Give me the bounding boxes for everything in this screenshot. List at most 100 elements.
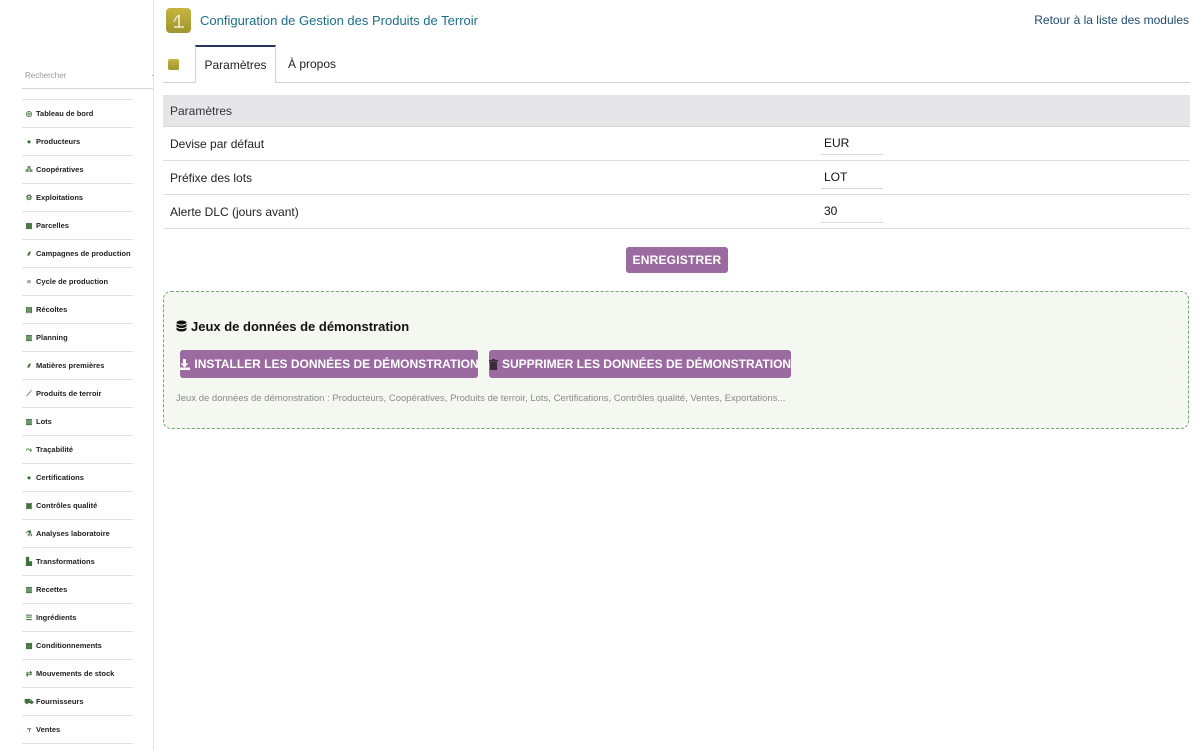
list-ul-icon: ☰ [25,613,33,622]
sidebar-item[interactable]: ▤ Récoltes [22,296,133,324]
tab-about[interactable]: À propos [283,45,341,82]
sidebar-item[interactable]: ⤳ Traçabilité [22,436,133,464]
sidebar-item-label: Coopératives [36,165,84,174]
industry-icon: ▙ [26,557,32,566]
delete-demo-data-label: SUPPRIMER LES DONNÉES DE DÉMONSTRATION [501,357,792,371]
module-logo-icon [166,8,191,33]
exchange-icon: ⇄ [25,669,33,678]
lot-prefix-field[interactable] [821,166,883,189]
sidebar-item-label: Matières premières [36,361,105,370]
sidebar-item-label: Certifications [36,473,84,482]
carrot-icon: ⟋ [26,388,32,398]
tractor-icon: ⚙ [25,193,33,202]
clipboard-check-icon: ▣ [25,501,33,510]
sidebar-item[interactable]: ≡ Cycle de production [22,268,133,296]
settings-table-header: Paramètres [163,95,1190,127]
flask-icon: ⚗ [25,529,33,538]
setting-label: Devise par défaut [170,136,265,151]
sidebar-item[interactable]: ⸙ Campagnes de production [22,240,133,268]
demo-data-description: Jeux de données de démonstration : Produ… [176,393,786,404]
sidebar-item-label: Producteurs [36,137,81,146]
sidebar-item-label: Planning [36,333,68,342]
sidebar-item-label: Analyses laboratoire [36,529,110,538]
sidebar-menu: ◎ Tableau de bord ● Producteurs ⁂ Coopérative… [22,99,133,744]
page-title: Configuration de Gestion des Produits de… [200,13,478,28]
module-small-logo-icon [168,59,179,70]
sidebar-item[interactable]: ▥ Lots [22,408,133,436]
sidebar-item-label: Campagnes de production [36,249,131,258]
sidebar-item[interactable]: ⸙ Matières premières [22,352,133,380]
basket-icon: ▤ [25,305,33,314]
calendar-icon: ▥ [25,333,33,342]
sidebar-item-label: Cycle de production [36,277,109,286]
settings-table: Paramètres Devise par défaut Préfixe des… [163,95,1190,229]
sidebar-item-label: Parcelles [36,221,69,230]
setting-row-dlc-alert: Alerte DLC (jours avant) [163,195,1190,229]
dlc-alert-field[interactable] [821,200,883,223]
sidebar-item[interactable]: ▦ Parcelles [22,212,133,240]
download-icon [179,358,191,370]
barcode-icon: ▥ [25,417,33,426]
boxes-icon: ▩ [25,641,33,650]
sidebar-item[interactable]: ◎ Tableau de bord [22,99,133,128]
sidebar-item-label: Produits de terroir [36,389,102,398]
sidebar-item-label: Ventes [36,725,61,734]
sidebar-item[interactable]: ▥ Recettes [22,576,133,604]
user-icon: ● [26,137,32,146]
sidebar-item[interactable]: ▙ Transformations [22,548,133,576]
sidebar-item-label: Lots [36,417,52,426]
demo-data-title: Jeux de données de démonstration [176,319,409,334]
save-button[interactable]: ENREGISTRER [626,247,728,273]
sidebar-item[interactable]: ⛟ Fournisseurs [22,688,133,716]
delete-demo-data-button[interactable]: SUPPRIMER LES DONNÉES DE DÉMONSTRATION [488,350,792,378]
sidebar-item-label: Ingrédients [36,613,77,622]
truck-icon: ⛟ [24,696,34,706]
dashboard-icon: ◎ [25,109,33,118]
sidebar-item-label: Traçabilité [36,445,74,454]
sidebar-item[interactable]: ● Certifications [22,464,133,492]
install-demo-data-button[interactable]: INSTALLER LES DONNÉES DE DÉMONSTRATION [179,350,479,378]
sidebar-item-label: Exploitations [36,193,84,202]
sidebar-item-label: Contrôles qualité [36,501,98,510]
setting-label: Préfixe des lots [170,170,253,185]
sidebar-item[interactable]: ⇄ Mouvements de stock [22,660,133,688]
sidebar-item[interactable]: ▩ Conditionnements [22,632,133,660]
map-icon: ▦ [25,221,33,230]
demo-data-panel: Jeux de données de démonstration INSTALL… [163,291,1189,429]
sidebar-item[interactable]: ☰ Ingrédients [22,604,133,632]
sidebar-item-label: Transformations [36,557,95,566]
leaf-icon: ⸙ [26,248,32,258]
search-box[interactable] [22,64,153,89]
sidebar-item[interactable]: ⟋ Produits de terroir [22,380,133,408]
sidebar-item[interactable]: ▥ Planning [22,324,133,352]
currency-field[interactable] [821,132,883,155]
setting-row-lot-prefix: Préfixe des lots [163,161,1190,195]
sidebar-item[interactable]: ⚗ Analyses laboratoire [22,520,133,548]
tab-settings[interactable]: Paramètres [195,45,276,83]
users-icon: ⁂ [25,165,33,174]
setting-label: Alerte DLC (jours avant) [170,204,299,219]
sidebar-item-label: Mouvements de stock [36,669,115,678]
search-input[interactable] [22,64,153,86]
sidebar-item[interactable]: ▣ Contrôles qualité [22,492,133,520]
route-icon: ⤳ [26,444,32,454]
demo-data-title-text: Jeux de données de démonstration [191,319,410,334]
database-icon [176,320,187,333]
sidebar-item[interactable]: ● Producteurs [22,128,133,156]
sidebar-item-label: Recettes [36,585,68,594]
book-icon: ▥ [25,585,33,594]
sidebar-item[interactable]: ⥾ Ventes [22,716,133,744]
back-to-modules-link[interactable]: Retour à la liste des modules [1034,13,1189,27]
tab-bar: Paramètres À propos [163,45,1190,83]
trash-icon [488,358,498,370]
sidebar-item-label: Fournisseurs [36,697,84,706]
sidebar-item-label: Récoltes [36,305,68,314]
sidebar-item-label: Tableau de bord [36,109,94,118]
sidebar-item[interactable]: ⚙ Exploitations [22,184,133,212]
chevron-down-icon[interactable] [152,75,153,79]
list-icon: ≡ [26,277,32,286]
sidebar-item[interactable]: ⁂ Coopératives [22,156,133,184]
certificate-icon: ● [26,473,32,482]
setting-row-currency: Devise par défaut [163,127,1190,161]
hand-holding-icon: ⥾ [26,724,32,734]
